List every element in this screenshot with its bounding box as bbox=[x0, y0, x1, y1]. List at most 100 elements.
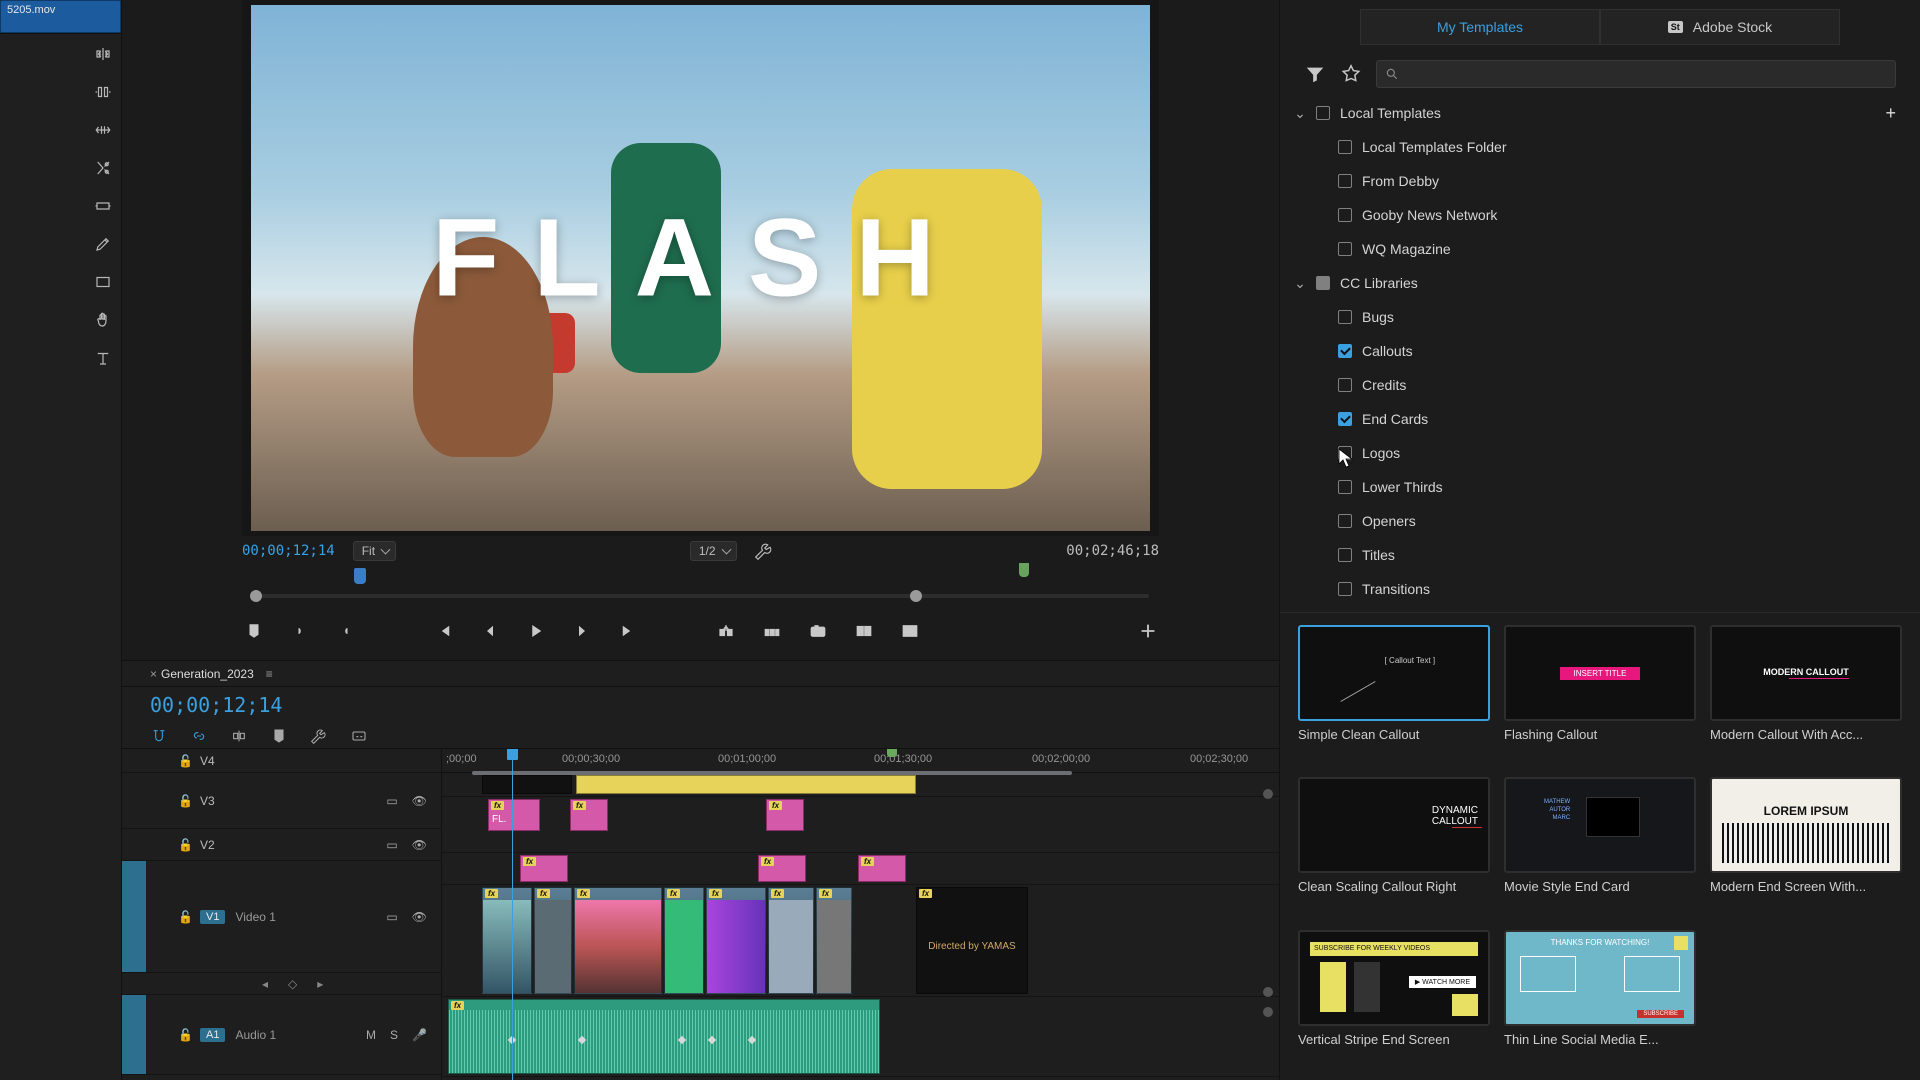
step-fwd-button[interactable] bbox=[570, 619, 594, 643]
tool-razor[interactable] bbox=[89, 154, 117, 182]
zoom-handle-left[interactable] bbox=[250, 590, 262, 602]
tool-ripple-edit[interactable] bbox=[89, 40, 117, 68]
add-marker-button[interactable] bbox=[242, 619, 266, 643]
lock-icon[interactable]: 🔓 bbox=[178, 1028, 193, 1042]
lock-icon[interactable]: 🔓 bbox=[178, 754, 193, 768]
scrubber-out-marker[interactable] bbox=[1019, 563, 1029, 577]
playhead[interactable] bbox=[512, 749, 513, 1080]
eye-icon[interactable]: 👁 bbox=[412, 910, 427, 924]
clip-endcard[interactable]: fxDirected by YAMAS bbox=[916, 887, 1028, 994]
zoom-dropdown[interactable]: Fit bbox=[353, 541, 396, 561]
clip-adjustment[interactable] bbox=[576, 775, 916, 794]
caption-track-icon[interactable] bbox=[350, 727, 368, 745]
clip-v2-2[interactable]: fx bbox=[758, 855, 806, 882]
step-back-button[interactable] bbox=[478, 619, 502, 643]
vscroll-thumb[interactable] bbox=[1263, 1007, 1273, 1017]
clip-v2-1[interactable]: fx bbox=[520, 855, 568, 882]
vscroll-thumb[interactable] bbox=[1263, 987, 1273, 997]
clip-video[interactable]: fx bbox=[768, 887, 814, 994]
tool-type[interactable] bbox=[89, 344, 117, 372]
extract-button[interactable] bbox=[760, 619, 784, 643]
sequence-name[interactable]: Generation_2023 bbox=[161, 667, 254, 681]
toggle-track-output-icon[interactable]: ▭ bbox=[386, 794, 397, 808]
track-keyframe-nav[interactable]: ◂ ◇ ▸ bbox=[122, 973, 441, 995]
program-scrubber[interactable] bbox=[244, 572, 1157, 608]
settings-wrench-icon[interactable] bbox=[755, 542, 773, 560]
checkbox[interactable] bbox=[1338, 582, 1352, 596]
clip-video[interactable]: fx bbox=[534, 887, 572, 994]
program-tc-in[interactable]: 00;00;12;14 bbox=[242, 543, 335, 559]
bin-clip[interactable]: 5205.mov bbox=[0, 0, 121, 33]
mark-out-button[interactable] bbox=[334, 619, 358, 643]
out-point-marker[interactable] bbox=[887, 749, 897, 757]
clip-video[interactable]: fx bbox=[816, 887, 852, 994]
checkbox[interactable] bbox=[1316, 276, 1330, 290]
tree-local-templates[interactable]: ⌄Local Templates+ bbox=[1294, 98, 1896, 128]
template-card[interactable]: THANKS FOR WATCHING!SUBSCRIBEThin Line S… bbox=[1504, 930, 1696, 1068]
checkbox[interactable] bbox=[1338, 140, 1352, 154]
tree-item[interactable]: Openers bbox=[1294, 506, 1896, 536]
template-card[interactable]: INSERT TITLEFlashing Callout bbox=[1504, 625, 1696, 763]
go-to-in-button[interactable] bbox=[432, 619, 456, 643]
track-header-v2[interactable]: 🔓V2▭👁 bbox=[122, 829, 441, 861]
timeline-tc[interactable]: 00;00;12;14 bbox=[150, 693, 282, 717]
program-monitor[interactable]: FLASH bbox=[242, 0, 1159, 536]
tree-item[interactable]: Transitions bbox=[1294, 574, 1896, 604]
clip-mogrt-1[interactable]: fxFL. bbox=[488, 799, 540, 831]
resolution-dropdown[interactable]: 1/2 bbox=[690, 541, 737, 561]
vscroll-thumb[interactable] bbox=[1263, 789, 1273, 799]
toggle-track-output-icon[interactable]: ▭ bbox=[386, 838, 397, 852]
checkbox[interactable] bbox=[1338, 344, 1352, 358]
clip-mogrt-2[interactable]: fx bbox=[570, 799, 608, 831]
mute-button[interactable]: M bbox=[366, 1028, 376, 1042]
next-key-icon[interactable]: ▸ bbox=[317, 977, 323, 991]
checkbox[interactable] bbox=[1338, 548, 1352, 562]
checkbox[interactable] bbox=[1338, 242, 1352, 256]
tree-item[interactable]: From Debby bbox=[1294, 166, 1896, 196]
eye-icon[interactable]: 👁 bbox=[412, 838, 427, 852]
linked-selection-icon[interactable] bbox=[190, 727, 208, 745]
track-header-v1[interactable]: 🔓 V1 Video 1 ▭👁 bbox=[122, 861, 441, 973]
chevron-down-icon[interactable]: ⌄ bbox=[1294, 105, 1306, 122]
add-marker-icon[interactable] bbox=[270, 727, 288, 745]
favorites-star-icon[interactable] bbox=[1340, 63, 1362, 85]
template-card[interactable]: [ Callout Text ]Simple Clean Callout bbox=[1298, 625, 1490, 763]
checkbox[interactable] bbox=[1338, 208, 1352, 222]
zoom-handle-right[interactable] bbox=[910, 590, 922, 602]
lock-icon[interactable]: 🔓 bbox=[178, 794, 193, 808]
checkbox[interactable] bbox=[1338, 412, 1352, 426]
search-input[interactable] bbox=[1376, 60, 1896, 88]
safe-margins-button[interactable] bbox=[898, 619, 922, 643]
close-sequence-icon[interactable]: × bbox=[150, 667, 157, 681]
lock-icon[interactable]: 🔓 bbox=[178, 910, 193, 924]
tool-rate-stretch[interactable] bbox=[89, 116, 117, 144]
add-folder-button[interactable]: + bbox=[1885, 103, 1896, 124]
scrubber-playhead-icon[interactable] bbox=[354, 568, 366, 584]
tool-rectangle[interactable] bbox=[89, 268, 117, 296]
tree-item[interactable]: Lower Thirds bbox=[1294, 472, 1896, 502]
mark-in-button[interactable] bbox=[288, 619, 312, 643]
timeline-settings-icon[interactable] bbox=[310, 727, 328, 745]
tool-rolling-edit[interactable] bbox=[89, 78, 117, 106]
snap-icon[interactable] bbox=[150, 727, 168, 745]
tab-my-templates[interactable]: My Templates bbox=[1360, 9, 1600, 45]
sequence-menu-icon[interactable]: ≡ bbox=[266, 667, 271, 681]
clip-video[interactable]: fx bbox=[482, 887, 532, 994]
clip-video[interactable]: fx bbox=[706, 887, 766, 994]
clip-black[interactable] bbox=[482, 775, 572, 794]
eye-icon[interactable]: 👁 bbox=[412, 794, 427, 808]
clip-video[interactable]: fx bbox=[664, 887, 704, 994]
tool-hand[interactable] bbox=[89, 306, 117, 334]
chevron-down-icon[interactable]: ⌄ bbox=[1294, 275, 1306, 292]
tree-cc-libraries[interactable]: ⌄CC Libraries bbox=[1294, 268, 1896, 298]
prev-key-icon[interactable]: ◂ bbox=[262, 977, 268, 991]
checkbox[interactable] bbox=[1338, 480, 1352, 494]
add-key-icon[interactable]: ◇ bbox=[288, 977, 297, 991]
tree-item[interactable]: Logos bbox=[1294, 438, 1896, 468]
solo-button[interactable]: S bbox=[390, 1028, 398, 1042]
template-card[interactable]: DYNAMIC CALLOUTClean Scaling Callout Rig… bbox=[1298, 777, 1490, 915]
track-header-v3[interactable]: 🔓V3▭👁 bbox=[122, 773, 441, 829]
checkbox[interactable] bbox=[1316, 106, 1330, 120]
export-frame-button[interactable] bbox=[806, 619, 830, 643]
track-header-a1[interactable]: 🔓 A1 Audio 1 MS🎤 bbox=[122, 995, 441, 1075]
